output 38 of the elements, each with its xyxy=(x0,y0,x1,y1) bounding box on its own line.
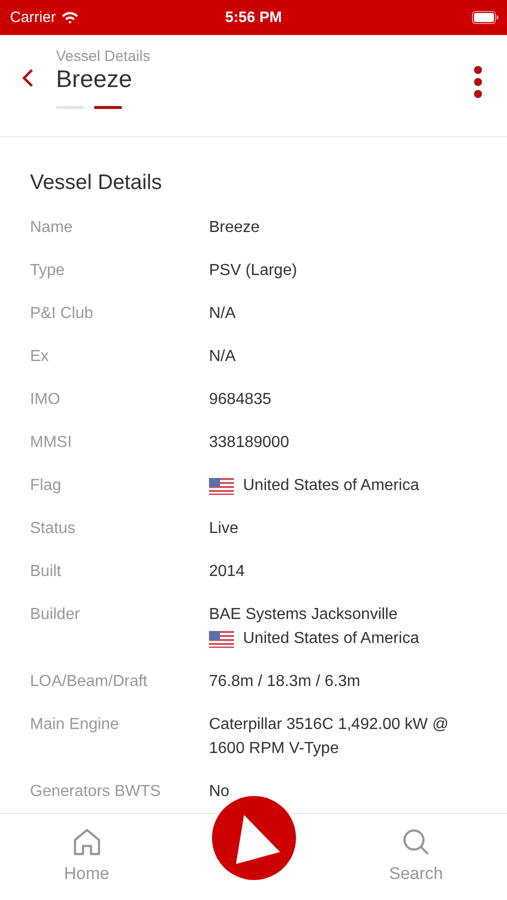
header-subtitle: Vessel Details xyxy=(56,48,152,65)
field-value: 76.8m / 18.3m / 6.3m xyxy=(209,672,360,692)
field-label: Status xyxy=(30,519,76,539)
home-icon xyxy=(72,828,102,856)
field-value: N/A xyxy=(209,304,236,324)
field-label: Ex xyxy=(30,347,50,367)
field-label: Builder xyxy=(30,605,81,625)
field-label: Type xyxy=(30,261,66,281)
field-value: N/A xyxy=(209,347,236,367)
field-value: BAE Systems Jacksonville xyxy=(209,605,398,625)
field-label: P&I Club xyxy=(30,304,94,324)
field-value: No xyxy=(209,782,230,802)
field-label: Name xyxy=(30,218,74,238)
field-label: Built xyxy=(30,562,62,582)
section-title: Vessel Details xyxy=(30,171,163,195)
search-icon xyxy=(402,828,430,856)
field-value: United States of America xyxy=(243,629,420,649)
field-value: PSV (Large) xyxy=(209,261,298,281)
battery-icon xyxy=(472,11,499,24)
field-value: 9684835 xyxy=(209,390,272,410)
header-title: Breeze xyxy=(56,66,134,94)
tab-button[interactable]: Search xyxy=(375,814,457,900)
field-label: IMO xyxy=(30,390,62,410)
field-label: Generators BWTS xyxy=(30,782,162,802)
field-value: Breeze xyxy=(209,218,260,238)
field-value: Live xyxy=(209,519,238,539)
field-value: 338189000 xyxy=(209,433,290,453)
field-label: LOA/Beam/Draft xyxy=(30,672,148,692)
field-value: United States of America xyxy=(243,476,420,496)
wifi-icon xyxy=(60,11,79,24)
field-label: Main Engine xyxy=(30,715,120,735)
field-value: 2014 xyxy=(209,562,245,582)
field-value: Caterpillar 3516C 1,492.00 kW @ 1600 RPM V-Type xyxy=(209,715,450,759)
field-label: MMSI xyxy=(30,433,73,453)
tab-button[interactable]: Home xyxy=(50,814,124,900)
status-time: 5:56 PM xyxy=(225,9,282,26)
carrier-name: Carrier xyxy=(10,9,56,26)
field-label: Flag xyxy=(30,476,62,496)
